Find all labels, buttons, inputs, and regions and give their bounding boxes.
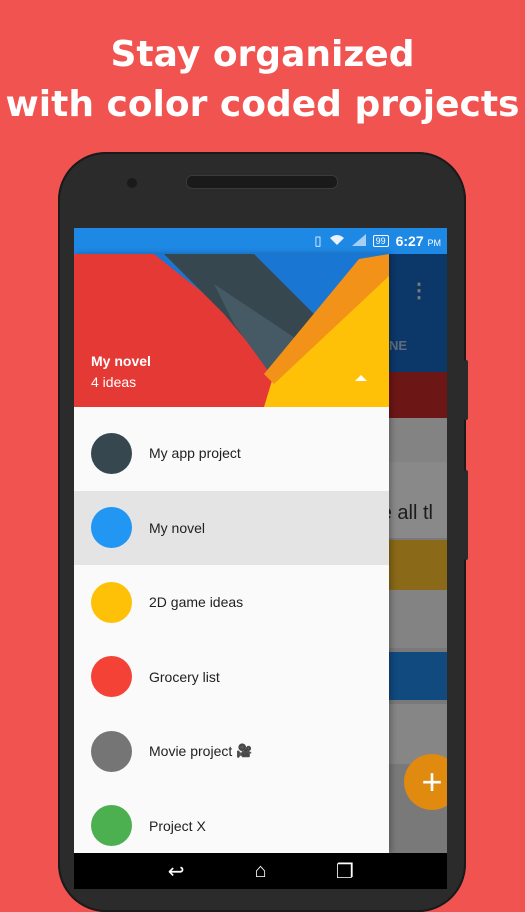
battery-indicator: 99 <box>372 235 389 247</box>
project-color-dot <box>91 805 132 847</box>
vibrate-icon: ▯ <box>314 233 322 248</box>
project-color-dot <box>91 432 132 474</box>
status-clock: 6:27 PM <box>395 233 441 249</box>
project-item-my-novel[interactable]: My novel <box>74 490 389 565</box>
drawer-header[interactable]: My novel 4 ideas <box>74 254 389 407</box>
project-color-dot <box>91 730 132 772</box>
back-icon[interactable]: ↩ <box>161 859 191 884</box>
phone-speaker <box>186 175 338 189</box>
project-item-project-x[interactable]: Project X <box>74 789 389 854</box>
wifi-icon <box>329 234 345 249</box>
project-color-dot <box>91 581 132 623</box>
volume-button <box>464 360 468 420</box>
headline-line-2: with color coded projects <box>5 84 520 125</box>
project-item-movie-project[interactable]: Movie project 🎥 <box>74 714 389 789</box>
project-label: My app project <box>149 445 241 462</box>
project-label: My novel <box>149 519 206 536</box>
project-list: My app project My novel 2D game ideas Gr… <box>74 416 389 853</box>
status-bar: ▯ 99 6:27 PM <box>74 228 447 254</box>
project-item-2d-game-ideas[interactable]: 2D game ideas <box>74 565 389 640</box>
project-label: 2D game ideas <box>149 594 244 611</box>
signal-icon <box>351 233 366 249</box>
navigation-drawer: My novel 4 ideas My app project My novel… <box>74 254 389 853</box>
movie-camera-icon: 🎥 <box>236 743 253 759</box>
project-color-dot <box>91 656 132 698</box>
recents-icon[interactable]: ❐ <box>330 859 360 884</box>
project-color-dot <box>91 507 132 549</box>
power-button <box>464 470 468 560</box>
drawer-header-title: My novel <box>91 353 151 369</box>
project-label: Project X <box>149 817 206 834</box>
front-camera <box>127 178 137 188</box>
project-label: Movie project <box>149 743 233 760</box>
phone-frame: ▯ 99 6:27 PM ⋮ NE e all tl + My novel 4 … <box>58 152 466 912</box>
drawer-header-subtitle: 4 ideas <box>91 374 137 390</box>
project-item-my-app-project[interactable]: My app project <box>74 416 389 491</box>
project-item-grocery-list[interactable]: Grocery list <box>74 640 389 715</box>
phone-screen: ▯ 99 6:27 PM ⋮ NE e all tl + My novel 4 … <box>74 228 447 853</box>
system-nav-bar: ↩ ⌂ ❐ <box>74 853 447 889</box>
headline-line-1: Stay organized <box>110 34 415 75</box>
project-label: Grocery list <box>149 668 220 685</box>
home-icon[interactable]: ⌂ <box>245 860 275 883</box>
promo-headline: Stay organized with color coded projects <box>0 30 525 130</box>
account-dropdown-icon[interactable] <box>355 375 367 381</box>
